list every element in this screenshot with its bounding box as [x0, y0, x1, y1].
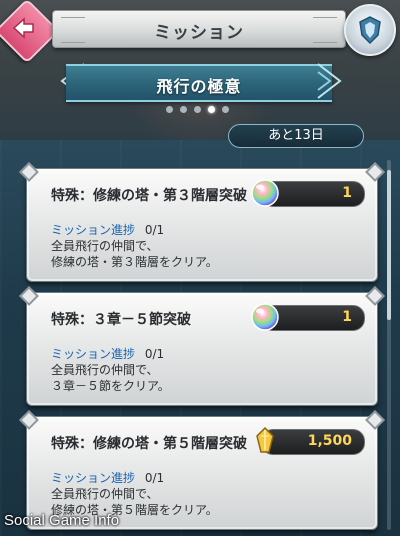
mission-set-title: 飛行の極意	[156, 77, 242, 96]
reward-badge: 1	[251, 303, 365, 331]
mission-card[interactable]: 特殊：修練の塔・第３階層突破 1 ミッション進捗 0/1 全員飛行の仲間で、 修…	[26, 168, 378, 282]
mission-description-line: 全員飛行の仲間で、	[51, 487, 159, 501]
page-dot[interactable]	[166, 106, 173, 113]
back-arrow-icon	[12, 17, 34, 39]
progress-row: ミッション進捗 0/1	[51, 345, 164, 362]
reward-badge: 1	[251, 179, 365, 207]
mission-card[interactable]: 特殊：３章－５節突破 1 ミッション進捗 0/1 全員飛行の仲間で、 ３章－５節…	[26, 292, 378, 406]
subtitle-ribbon: 飛行の極意	[66, 64, 332, 102]
page-dot[interactable]	[222, 106, 229, 113]
reward-value: 1	[342, 309, 352, 325]
page-title: ミッション	[154, 23, 244, 43]
scrollbar[interactable]	[387, 160, 391, 530]
progress-value: 0/1	[144, 223, 165, 237]
mission-description-line: 修練の塔・第３階層をクリア。	[51, 255, 218, 269]
mission-description-line: 全員飛行の仲間で、	[51, 363, 159, 377]
shield-icon	[359, 16, 381, 45]
page-dot[interactable]	[180, 106, 187, 113]
progress-label: ミッション進捗	[51, 223, 136, 237]
orb-icon	[251, 303, 279, 331]
feather-crystal-icon	[256, 426, 274, 453]
reward-value: 1	[342, 185, 352, 201]
progress-label: ミッション進捗	[51, 471, 136, 485]
page-indicator	[166, 106, 229, 113]
mission-title: 特殊：修練の塔・第３階層突破	[51, 188, 247, 204]
title-bar: ミッション	[52, 10, 346, 48]
reward-badge: 1,500	[256, 426, 365, 455]
progress-label: ミッション進捗	[51, 347, 136, 361]
reward-value: 1,500	[307, 433, 352, 449]
mission-title: 特殊：３章－５節突破	[51, 312, 191, 328]
ribbon-ornament-right	[317, 63, 342, 99]
scrollbar-thumb[interactable]	[387, 170, 391, 320]
page-dot[interactable]	[194, 106, 201, 113]
progress-row: ミッション進捗 0/1	[51, 221, 164, 238]
orb-icon	[251, 179, 279, 207]
progress-row: ミッション進捗 0/1	[51, 469, 164, 486]
page-dot-active[interactable]	[208, 106, 215, 113]
menu-button[interactable]	[344, 4, 396, 56]
watermark: Social Game Info	[4, 512, 120, 529]
remaining-days-badge: あと13日	[228, 124, 364, 148]
progress-value: 0/1	[144, 347, 165, 361]
mission-title: 特殊：修練の塔・第５階層突破	[51, 436, 247, 452]
mission-description-line: 全員飛行の仲間で、	[51, 239, 159, 253]
progress-value: 0/1	[144, 471, 165, 485]
mission-description-line: ３章－５節をクリア。	[51, 379, 170, 393]
